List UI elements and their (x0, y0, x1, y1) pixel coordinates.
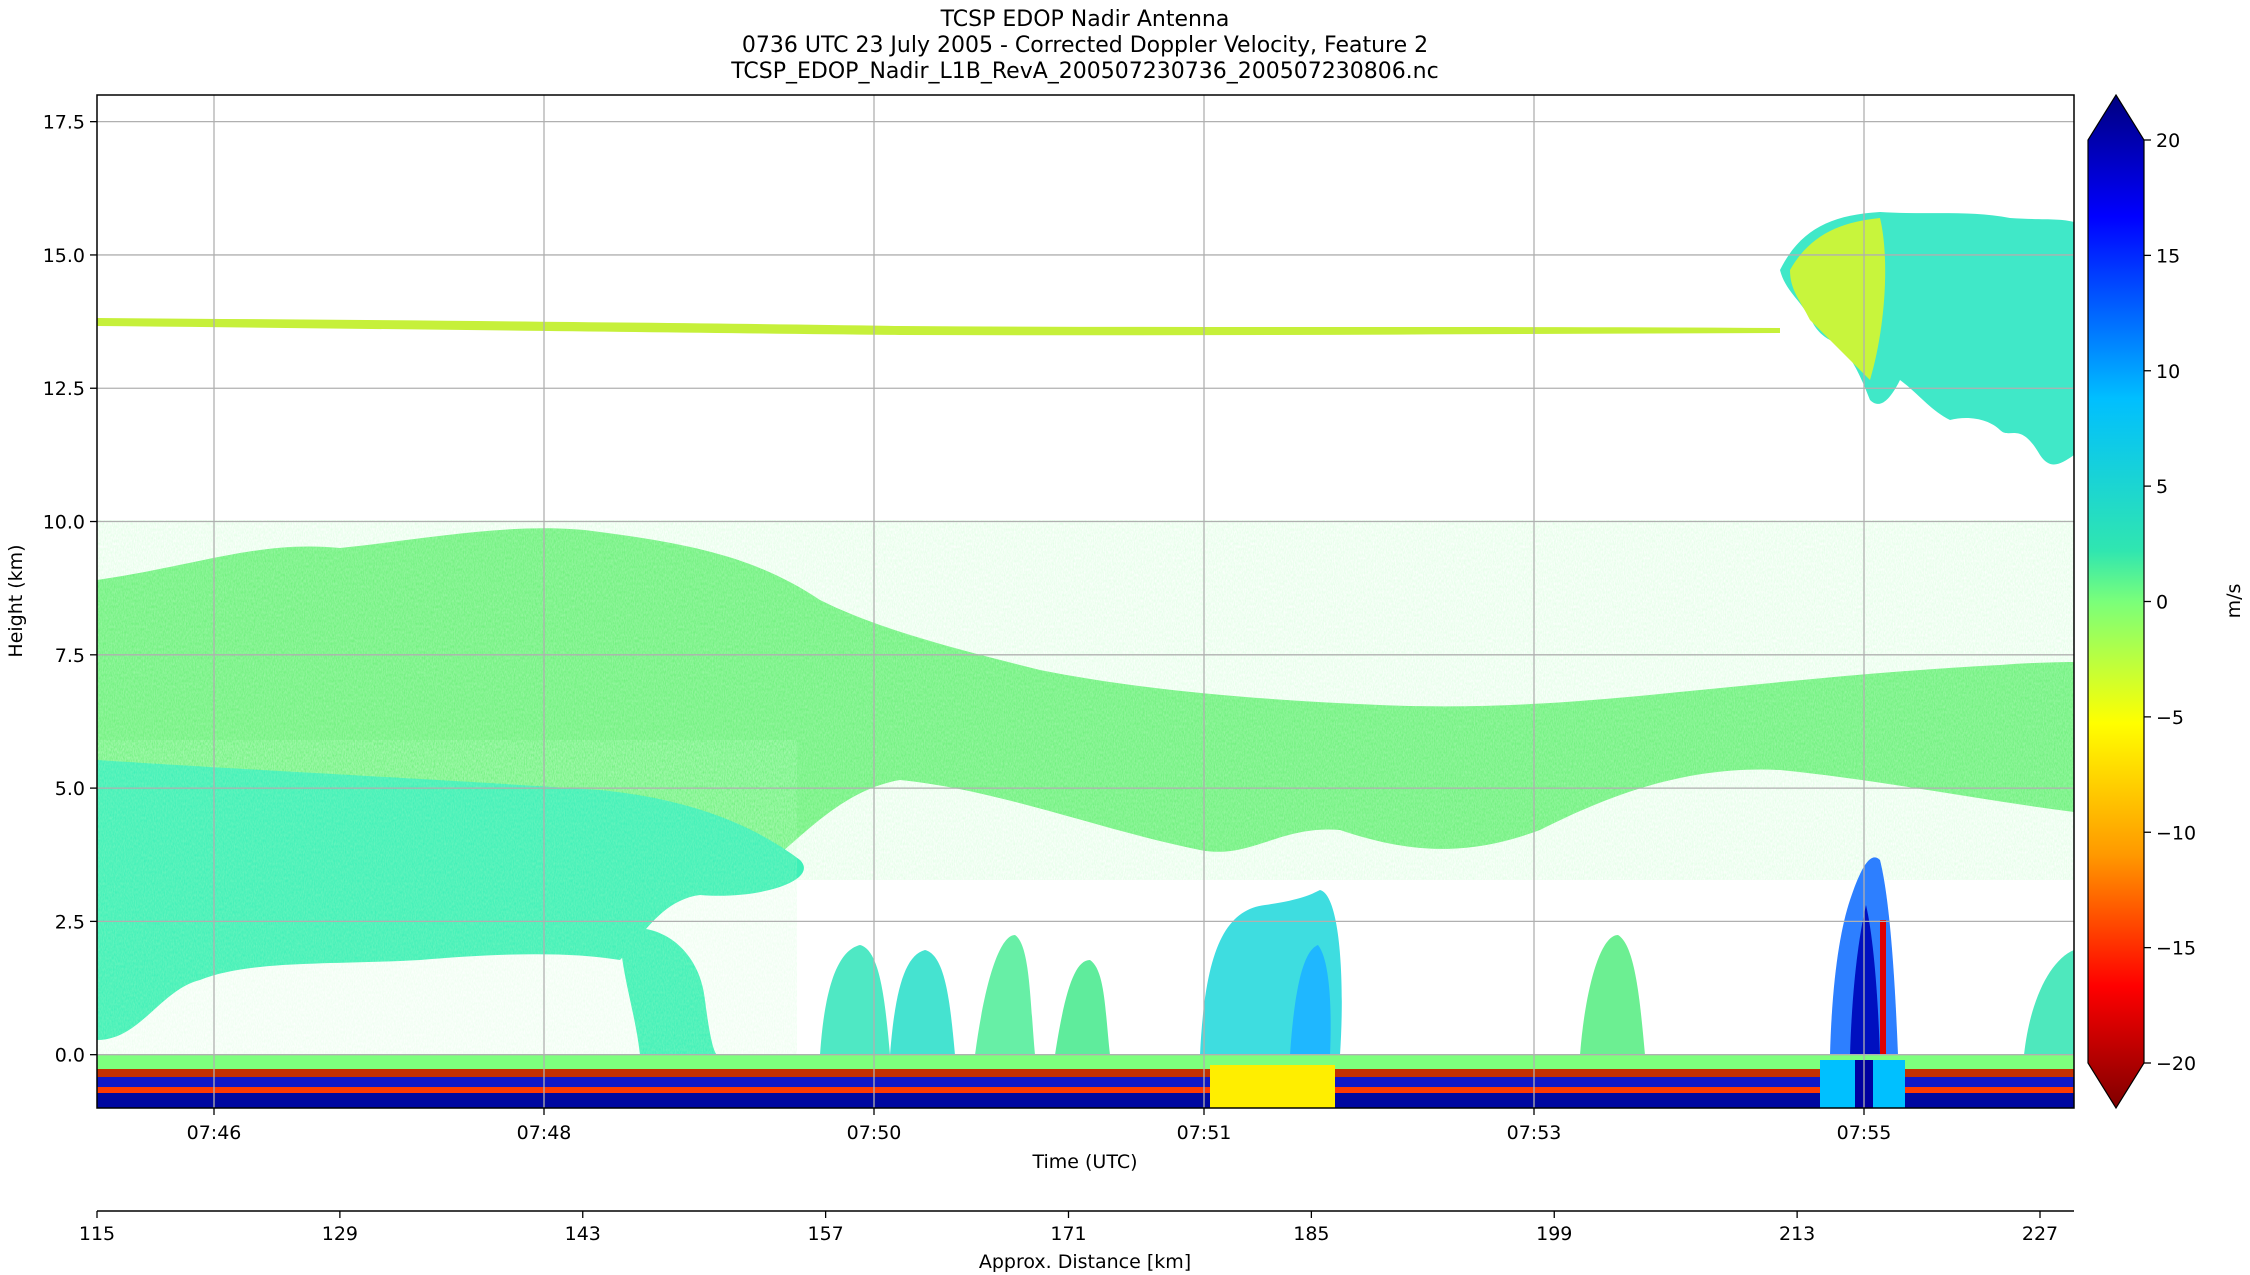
colorbar-tick-label: 15 (2156, 245, 2180, 267)
chart-title-line-3: TCSP_EDOP_Nadir_L1B_RevA_200507230736_20… (730, 59, 1438, 84)
colorbar-body (2087, 93, 2145, 1110)
colorbar-label: m/s (2223, 584, 2245, 619)
colorbar-tick-label: −5 (2156, 707, 2184, 729)
y-tick-label: 2.5 (55, 911, 85, 933)
x-tick-label: 07:46 (187, 1122, 242, 1144)
y-tick-label: 15.0 (43, 245, 85, 267)
distance-tick-label: 213 (1779, 1223, 1815, 1245)
chart-title-line-2: 0736 UTC 23 July 2005 - Corrected Dopple… (742, 33, 1428, 58)
y-tick-label: 0.0 (55, 1045, 85, 1067)
distance-tick-label: 171 (1050, 1223, 1086, 1245)
y-tick-label: 12.5 (43, 378, 85, 400)
distance-tick-label: 157 (807, 1223, 843, 1245)
colorbar-tick-label: −20 (2156, 1053, 2196, 1075)
surface-band-3 (97, 1077, 2074, 1087)
convective-edge-red (1880, 920, 1886, 1055)
radar-figure: TCSP EDOP Nadir Antenna 0736 UTC 23 July… (5, 7, 2245, 1273)
x-axis: 07:46 07:48 07:50 07:51 07:53 07:55 (187, 1108, 1892, 1144)
surface-band-1 (97, 1055, 2074, 1069)
distance-tick-label: 129 (322, 1223, 358, 1245)
surface-band-5 (97, 1093, 2074, 1108)
surface-band-2 (97, 1069, 2074, 1077)
x-tick-label: 07:48 (517, 1122, 572, 1144)
x-axis-label: Time (UTC) (1031, 1151, 1137, 1173)
x-tick-label: 07:50 (847, 1122, 902, 1144)
y-tick-label: 7.5 (55, 645, 85, 667)
distance-tick-label: 185 (1293, 1223, 1329, 1245)
colorbar-tick-label: 0 (2156, 592, 2168, 614)
chart-title-line-1: TCSP EDOP Nadir Antenna (940, 7, 1230, 32)
colorbar-tick-label: 10 (2156, 361, 2180, 383)
x-tick-label: 07:51 (1177, 1122, 1232, 1144)
colorbar-ticks: 20 15 10 5 0 −5 −10 −15 −20 (2144, 130, 2196, 1075)
distance-tick-label: 227 (2022, 1223, 2058, 1245)
distance-axis-label: Approx. Distance [km] (979, 1251, 1191, 1273)
distance-axis: 115 129 143 157 171 185 199 213 227 (79, 1211, 2058, 1245)
y-tick-label: 10.0 (43, 512, 85, 534)
colorbar-tick-label: −10 (2156, 822, 2196, 844)
colorbar-tick-label: −15 (2156, 938, 2196, 960)
radar-field (97, 95, 2074, 1108)
y-axis: 0.0 2.5 5.0 7.5 10.0 12.5 15.0 17.5 (43, 112, 97, 1067)
x-tick-label: 07:55 (1837, 1122, 1892, 1144)
distance-tick-label: 143 (565, 1223, 601, 1245)
distance-tick-label: 115 (79, 1223, 115, 1245)
colorbar-tick-label: 20 (2156, 130, 2180, 152)
colorbar-tick-label: 5 (2156, 476, 2168, 498)
y-axis-label: Height (km) (5, 544, 27, 657)
y-tick-label: 5.0 (55, 778, 85, 800)
surface-band-4 (97, 1087, 2074, 1093)
x-tick-label: 07:53 (1507, 1122, 1562, 1144)
y-tick-label: 17.5 (43, 112, 85, 134)
distance-tick-label: 199 (1536, 1223, 1572, 1245)
surface-patch-1 (1210, 1065, 1335, 1108)
colorbar (2087, 93, 2145, 1110)
